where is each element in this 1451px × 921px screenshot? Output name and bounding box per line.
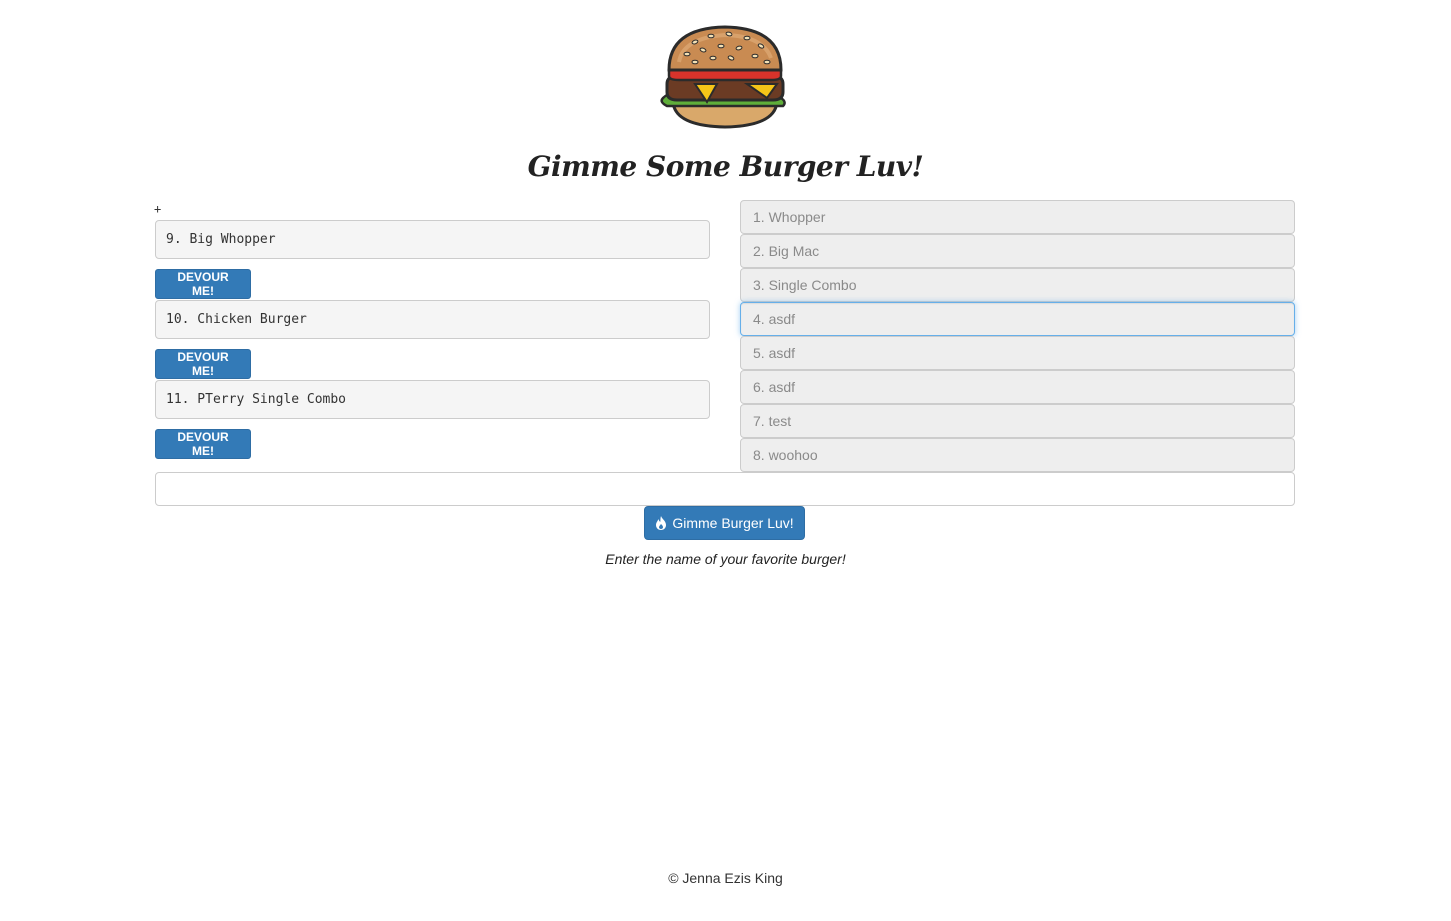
- hamburger-icon: [655, 22, 795, 132]
- devoured-burger-item[interactable]: 5. asdf: [740, 336, 1295, 370]
- plus-marker: +: [154, 202, 162, 216]
- devour-button[interactable]: DEVOUR ME!: [155, 349, 251, 379]
- input-hint: Enter the name of your favorite burger!: [605, 551, 846, 567]
- uneaten-burger-item: 9. Big Whopper DEVOUR ME!: [155, 220, 710, 299]
- uneaten-burger-item: 10. Chicken Burger DEVOUR ME!: [155, 300, 710, 379]
- devoured-burger-item[interactable]: 8. woohoo: [740, 438, 1295, 472]
- devour-button[interactable]: DEVOUR ME!: [155, 429, 251, 459]
- page-title: Gimme Some Burger Luv!: [527, 150, 924, 183]
- uneaten-burger-item: 11. PTerry Single Combo DEVOUR ME!: [155, 380, 710, 459]
- flame-icon: [655, 516, 667, 530]
- devoured-burger-item[interactable]: 1. Whopper: [740, 200, 1295, 234]
- burger-name: 11. PTerry Single Combo: [155, 380, 710, 419]
- submit-button-label: Gimme Burger Luv!: [672, 515, 794, 531]
- devoured-burger-item[interactable]: 4. asdf: [740, 302, 1295, 336]
- burger-name-input[interactable]: [155, 472, 1295, 506]
- submit-burger-button[interactable]: Gimme Burger Luv!: [644, 506, 805, 540]
- devoured-burger-item[interactable]: 3. Single Combo: [740, 268, 1295, 302]
- devoured-burger-item[interactable]: 7. test: [740, 404, 1295, 438]
- devoured-burger-item[interactable]: 6. asdf: [740, 370, 1295, 404]
- devoured-burger-item[interactable]: 2. Big Mac: [740, 234, 1295, 268]
- footer-copyright: © Jenna Ezis King: [668, 870, 783, 886]
- uneaten-burger-list: 9. Big Whopper DEVOUR ME! 10. Chicken Bu…: [155, 220, 710, 460]
- burger-name: 9. Big Whopper: [155, 220, 710, 259]
- devoured-burger-list: 1. Whopper 2. Big Mac 3. Single Combo 4.…: [740, 200, 1295, 472]
- burger-name: 10. Chicken Burger: [155, 300, 710, 339]
- devour-button[interactable]: DEVOUR ME!: [155, 269, 251, 299]
